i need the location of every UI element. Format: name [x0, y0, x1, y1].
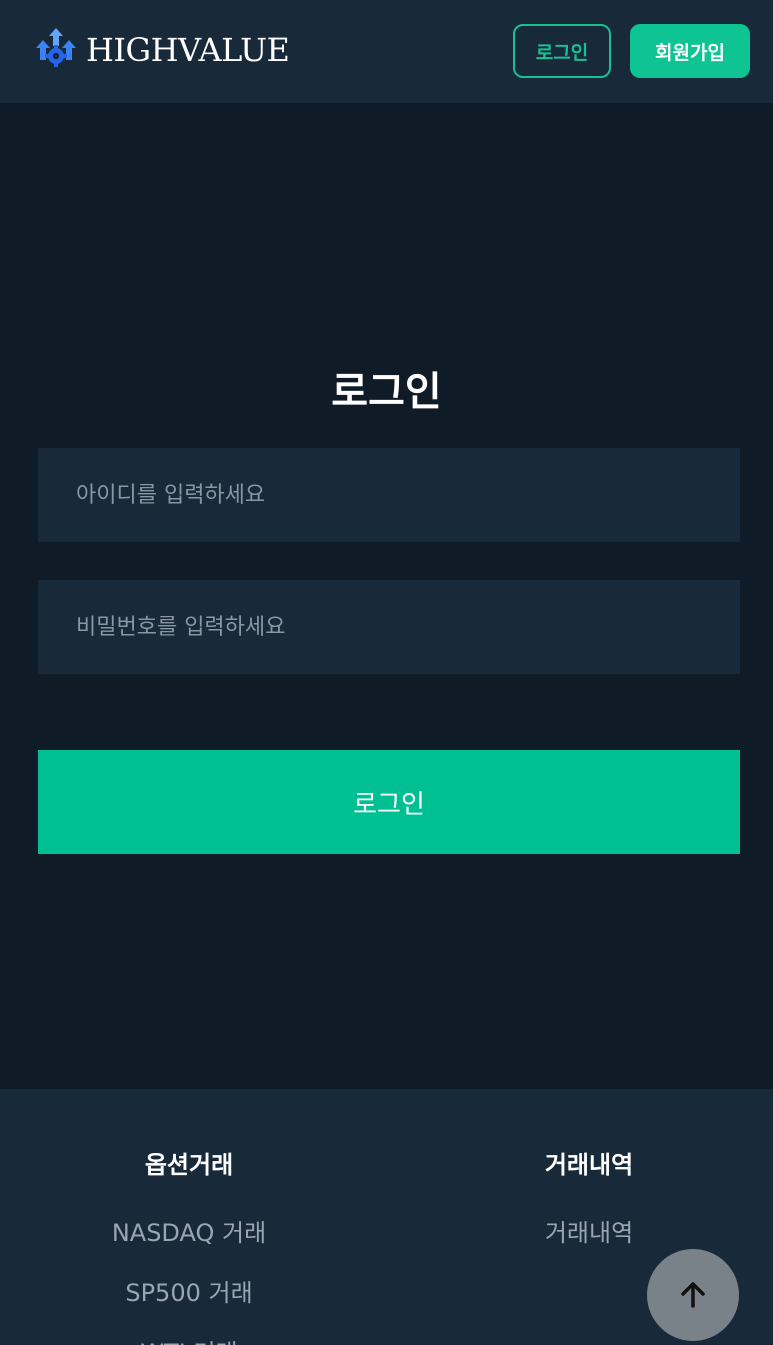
- brand-name: HIGHVALUE: [86, 31, 290, 69]
- header-login-button[interactable]: 로그인: [513, 24, 611, 78]
- gear-arrows-icon: [36, 28, 76, 67]
- scroll-to-top-button[interactable]: [647, 1249, 739, 1341]
- header-signup-button[interactable]: 회원가입: [630, 24, 750, 78]
- top-header: HIGHVALUE 로그인 회원가입: [0, 0, 773, 103]
- footer-heading: 거래내역: [544, 1151, 634, 1179]
- footer-link-sp500[interactable]: SP500 거래: [0, 1273, 378, 1308]
- id-input[interactable]: [38, 448, 740, 542]
- footer-link-nasdaq[interactable]: NASDAQ 거래: [0, 1213, 378, 1248]
- password-input[interactable]: [38, 580, 740, 674]
- brand-logo[interactable]: HIGHVALUE: [32, 24, 290, 76]
- login-section: 로그인 로그인: [0, 103, 773, 1089]
- login-submit-button[interactable]: 로그인: [38, 750, 740, 854]
- arrow-up-icon: [681, 1282, 705, 1308]
- footer-heading: 옵션거래: [144, 1151, 234, 1179]
- page-title: 로그인: [331, 369, 442, 415]
- footer-link-wti[interactable]: WTI 거래: [0, 1333, 378, 1345]
- footer-link-history[interactable]: 거래내역: [400, 1213, 773, 1248]
